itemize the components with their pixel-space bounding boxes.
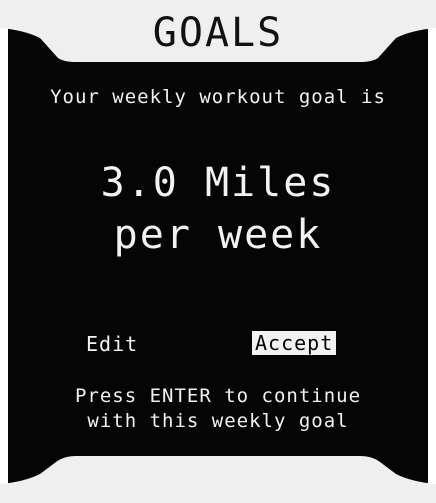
instruction-line-2: with this weekly goal	[87, 410, 349, 432]
instruction-text: Press ENTER to continue with this weekly…	[0, 384, 436, 434]
goal-unit: per week	[113, 212, 323, 258]
device-display: GOALS Your weekly workout goal is 3.0 Mi…	[0, 0, 436, 503]
page-title: GOALS	[152, 10, 284, 56]
goal-subtitle: Your weekly workout goal is	[50, 86, 386, 108]
goal-value: 3.0 Miles	[100, 160, 336, 206]
instruction-line-1: Press ENTER to continue	[74, 385, 362, 407]
edit-option[interactable]: Edit	[86, 332, 138, 356]
footer-plate	[0, 456, 436, 503]
accept-option[interactable]: Accept	[252, 331, 337, 355]
